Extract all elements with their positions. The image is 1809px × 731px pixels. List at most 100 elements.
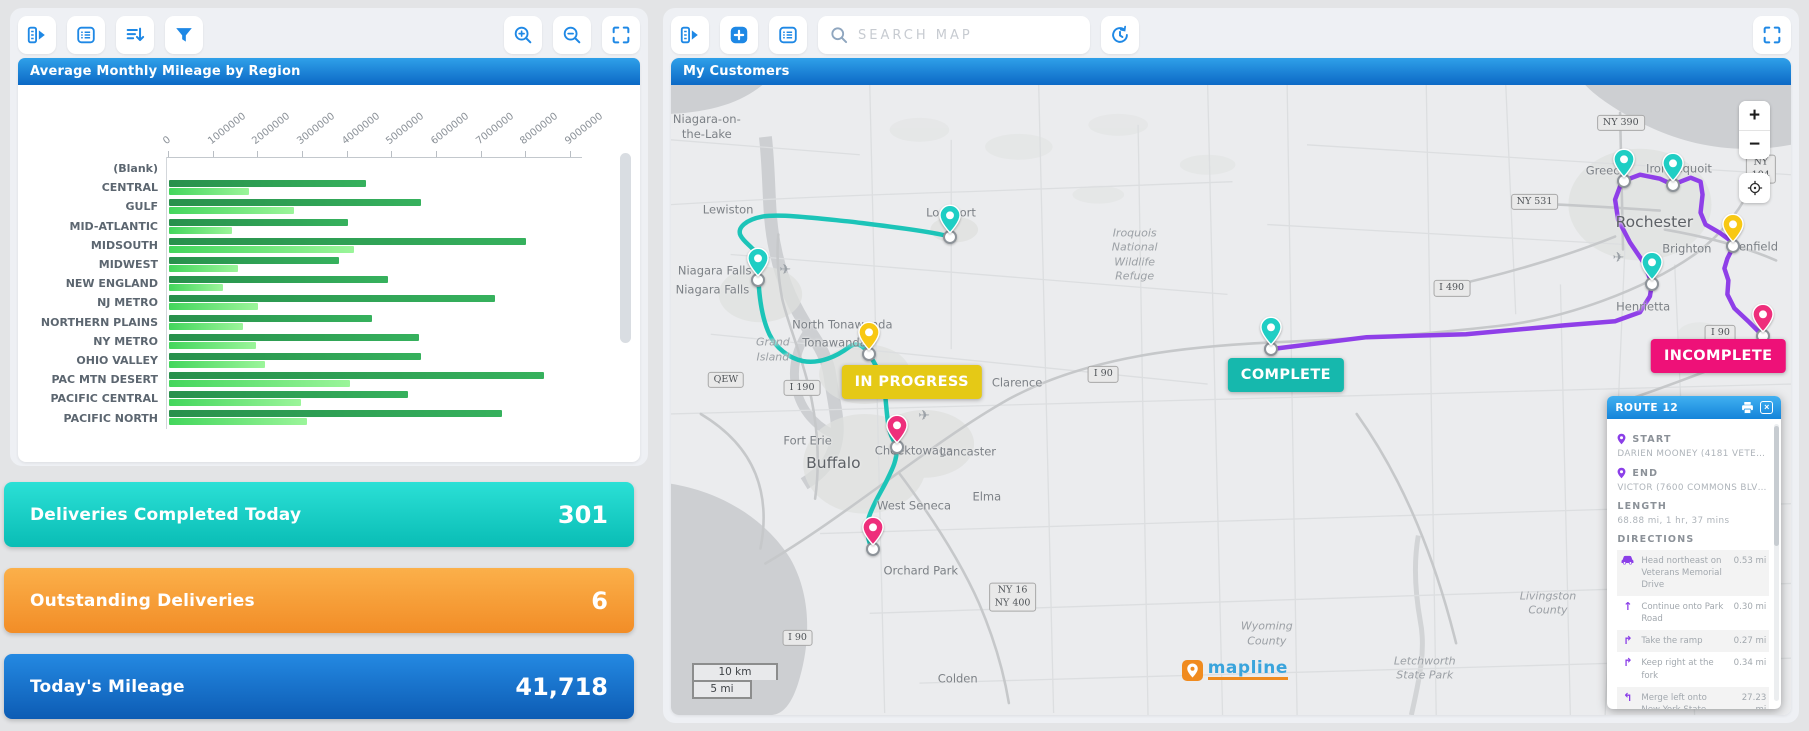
add-button[interactable] bbox=[720, 16, 758, 54]
history-button[interactable] bbox=[1101, 16, 1139, 54]
location-pin-icon bbox=[1617, 467, 1626, 479]
chart-row: (Blank) bbox=[18, 159, 640, 178]
chart-bar bbox=[169, 188, 250, 196]
chart-category-label: NEW ENGLAND bbox=[65, 277, 158, 291]
chart-bar bbox=[169, 399, 301, 407]
road-shield-badge: I 90 bbox=[1087, 365, 1119, 383]
chart-category-label: PAC MTN DESERT bbox=[51, 373, 158, 387]
chart-row: MIDWEST bbox=[18, 255, 640, 274]
kpi-value: 301 bbox=[557, 500, 608, 529]
road-shield-badge: NY 531 bbox=[1510, 193, 1559, 210]
direction-step-distance: 0.27 mi bbox=[1733, 636, 1767, 647]
chart-x-axis: 0 1000000 2000000 3000000 4000000 5000000 6000… bbox=[161, 85, 605, 157]
chart-bar bbox=[169, 372, 545, 380]
airport-icon: ✈ bbox=[1612, 249, 1625, 266]
map-card: My Customers Niagara-on- the-Lake Lewist… bbox=[671, 58, 1791, 715]
chart-bar bbox=[169, 256, 339, 264]
kpi-todays-mileage[interactable]: Today's Mileage 41,718 bbox=[4, 654, 634, 719]
route-status-label[interactable]: COMPLETE bbox=[1227, 357, 1344, 392]
axis-tick-label: 4000000 bbox=[339, 110, 382, 147]
direction-step: ↑ Continue onto Park Road 0.30 mi bbox=[1617, 596, 1769, 630]
search-map-input[interactable] bbox=[818, 16, 1090, 54]
pin-icon bbox=[1613, 148, 1635, 178]
plus-icon bbox=[730, 26, 748, 44]
map-city-label: West Seneca bbox=[877, 499, 952, 513]
map-title: My Customers bbox=[671, 58, 1791, 85]
print-icon[interactable] bbox=[1741, 401, 1754, 414]
direction-step-text: Keep right at the fork bbox=[1641, 658, 1714, 681]
chart-row: CENTRAL bbox=[18, 178, 640, 197]
chart-category-label: (Blank) bbox=[113, 162, 158, 176]
collapse-sidebar-icon bbox=[680, 26, 698, 44]
route-status-label[interactable]: IN PROGRESS bbox=[841, 365, 982, 400]
arrow-right-icon: ↱ bbox=[1623, 634, 1633, 648]
history-icon bbox=[1112, 25, 1128, 43]
list-icon bbox=[779, 26, 797, 44]
zoom-in-button[interactable] bbox=[504, 16, 542, 54]
chart-row: PACIFIC NORTH bbox=[18, 408, 640, 427]
route-panel-header: ROUTE 12 × bbox=[1607, 396, 1782, 420]
pin-icon bbox=[939, 204, 962, 234]
chart-bar bbox=[169, 218, 348, 226]
map-city-label: Niagara Falls bbox=[675, 282, 750, 297]
car-icon bbox=[1620, 555, 1635, 568]
sort-button[interactable] bbox=[116, 16, 154, 54]
map-canvas[interactable]: Niagara-on- the-LakeLewistonLockportNiag… bbox=[671, 85, 1791, 715]
kpi-value: 6 bbox=[591, 586, 608, 615]
map-city-label: Colden bbox=[937, 671, 978, 686]
chart-bar bbox=[169, 264, 239, 272]
map-fullscreen-button[interactable] bbox=[1753, 16, 1791, 54]
direction-step: ↱ Keep right at the fork 0.34 mi bbox=[1617, 652, 1769, 686]
chart-bar bbox=[169, 391, 408, 399]
chart-bar bbox=[169, 245, 355, 253]
direction-step-text: Head northeast on Veterans Memorial Driv… bbox=[1641, 556, 1722, 591]
route-status-label[interactable]: INCOMPLETE bbox=[1650, 338, 1786, 373]
map-city-label: Niagara Falls bbox=[677, 264, 752, 278]
kpi-label: Deliveries Completed Today bbox=[30, 504, 302, 525]
chart-category-label: NJ METRO bbox=[97, 296, 158, 310]
route-panel-scrollbar-thumb[interactable] bbox=[1774, 426, 1780, 547]
kpi-outstanding-deliveries[interactable]: Outstanding Deliveries 6 bbox=[4, 568, 634, 633]
filter-button[interactable] bbox=[165, 16, 203, 54]
airport-icon: ✈ bbox=[779, 262, 792, 279]
chart-bar bbox=[169, 207, 295, 215]
map-area-label: Iroquois National Wildlife Refuge bbox=[1111, 226, 1158, 283]
chart-category-label: GULF bbox=[125, 200, 158, 214]
road-shield-badge: I 190 bbox=[783, 379, 821, 397]
chart-bar bbox=[169, 418, 308, 426]
collapse-sidebar-button[interactable] bbox=[671, 16, 709, 54]
arrow-right-icon: ↱ bbox=[1623, 656, 1633, 670]
map-city-label: Henrietta bbox=[1616, 299, 1671, 314]
axis-tick-label: 0 bbox=[161, 134, 174, 147]
fullscreen-button[interactable] bbox=[602, 16, 640, 54]
map-city-label: Clarence bbox=[991, 375, 1043, 390]
collapse-sidebar-button[interactable] bbox=[18, 16, 56, 54]
chart-row: NEW ENGLAND bbox=[18, 274, 640, 293]
close-icon[interactable]: × bbox=[1760, 401, 1774, 415]
map-zoom-out-button[interactable]: − bbox=[1739, 130, 1770, 159]
kpi-deliveries-completed[interactable]: Deliveries Completed Today 301 bbox=[4, 482, 634, 547]
chart-row: GULF bbox=[18, 197, 640, 216]
search-icon bbox=[831, 27, 848, 44]
mapline-logo[interactable]: mapline bbox=[1181, 659, 1288, 681]
map-zoom-in-button[interactable]: + bbox=[1739, 101, 1770, 130]
route-end-value: VICTOR (7600 COMMONS BLVD, VIC... bbox=[1617, 483, 1769, 494]
zoom-out-button[interactable] bbox=[553, 16, 591, 54]
map-panel: My Customers bbox=[663, 8, 1799, 723]
chart-category-label: OHIO VALLEY bbox=[76, 353, 158, 367]
route-length-value: 68.88 mi, 1 hr, 37 mins bbox=[1617, 516, 1730, 527]
route-directions-label: DIRECTIONS bbox=[1617, 534, 1695, 546]
scale-km: 10 km bbox=[692, 663, 778, 680]
axis-tick-label: 6000000 bbox=[429, 110, 472, 147]
map-zoom-control: + − bbox=[1739, 101, 1770, 159]
chart-category-label: PACIFIC NORTH bbox=[63, 411, 158, 425]
list-view-button[interactable] bbox=[67, 16, 105, 54]
route-start-label: START bbox=[1617, 433, 1769, 445]
list-view-button[interactable] bbox=[769, 16, 807, 54]
chart-axis-line bbox=[166, 157, 582, 158]
chart-scrollbar[interactable] bbox=[620, 153, 631, 343]
chart-row: NY METRO bbox=[18, 332, 640, 351]
map-city-label: Niagara-on- the-Lake bbox=[672, 111, 741, 141]
axis-tick-label: 7000000 bbox=[473, 110, 516, 147]
locate-button[interactable] bbox=[1739, 173, 1770, 203]
